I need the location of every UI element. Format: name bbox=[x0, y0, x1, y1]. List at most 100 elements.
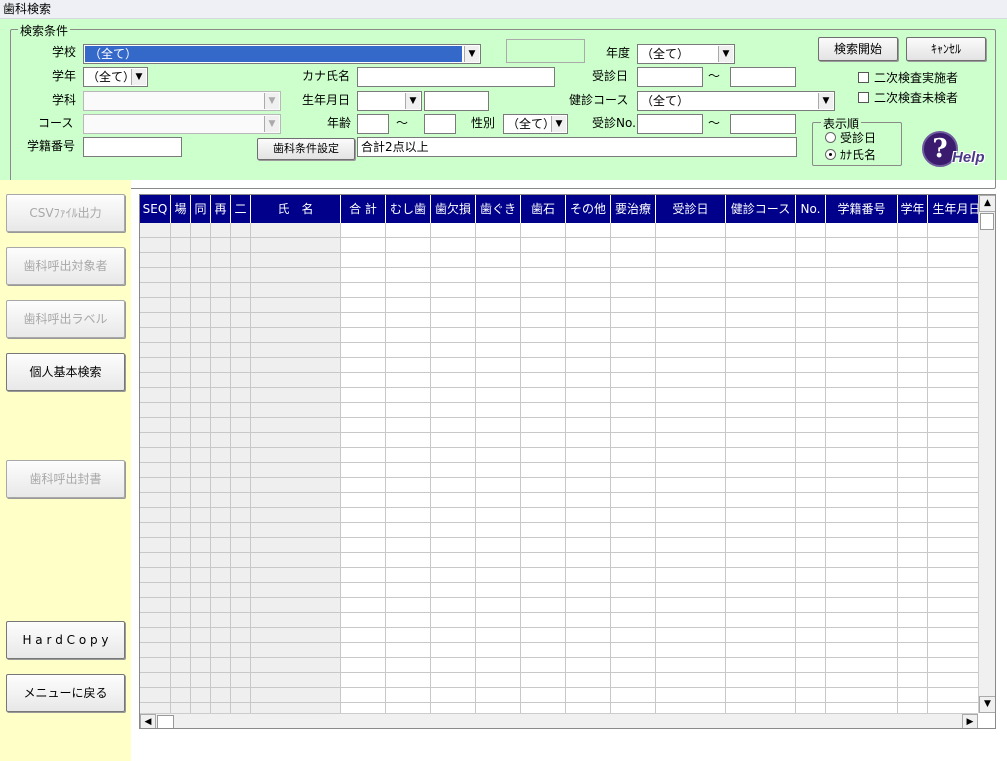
table-cell[interactable] bbox=[251, 643, 341, 658]
table-row[interactable] bbox=[140, 538, 978, 553]
course-select[interactable]: ▼ bbox=[83, 114, 281, 134]
table-cell[interactable] bbox=[171, 403, 191, 418]
table-cell[interactable] bbox=[431, 538, 476, 553]
table-cell[interactable] bbox=[431, 598, 476, 613]
table-cell[interactable] bbox=[231, 373, 251, 388]
table-cell[interactable] bbox=[140, 313, 171, 328]
table-cell[interactable] bbox=[566, 388, 611, 403]
table-cell[interactable] bbox=[898, 373, 928, 388]
table-cell[interactable] bbox=[566, 463, 611, 478]
table-cell[interactable] bbox=[726, 373, 796, 388]
table-cell[interactable] bbox=[191, 703, 211, 713]
table-cell[interactable] bbox=[171, 283, 191, 298]
table-cell[interactable] bbox=[726, 328, 796, 343]
table-cell[interactable] bbox=[386, 448, 431, 463]
table-cell[interactable] bbox=[140, 403, 171, 418]
table-row[interactable] bbox=[140, 223, 978, 238]
table-cell[interactable] bbox=[566, 493, 611, 508]
call-labels-button[interactable]: 歯科呼出ラベル bbox=[6, 300, 125, 338]
table-cell[interactable] bbox=[898, 643, 928, 658]
table-cell[interactable] bbox=[231, 448, 251, 463]
table-cell[interactable] bbox=[611, 613, 656, 628]
table-cell[interactable] bbox=[826, 508, 898, 523]
table-cell[interactable] bbox=[521, 553, 566, 568]
table-cell[interactable] bbox=[898, 298, 928, 313]
table-cell[interactable] bbox=[386, 268, 431, 283]
table-cell[interactable] bbox=[431, 643, 476, 658]
table-cell[interactable] bbox=[251, 703, 341, 713]
table-cell[interactable] bbox=[726, 613, 796, 628]
table-cell[interactable] bbox=[898, 358, 928, 373]
table-cell[interactable] bbox=[521, 613, 566, 628]
column-header[interactable]: 歯欠損 bbox=[431, 195, 476, 223]
table-row[interactable] bbox=[140, 598, 978, 613]
table-row[interactable] bbox=[140, 433, 978, 448]
exam-date-from-input[interactable] bbox=[637, 67, 703, 87]
table-cell[interactable] bbox=[191, 253, 211, 268]
table-cell[interactable] bbox=[476, 658, 521, 673]
table-cell[interactable] bbox=[726, 478, 796, 493]
table-cell[interactable] bbox=[521, 433, 566, 448]
table-cell[interactable] bbox=[431, 583, 476, 598]
table-cell[interactable] bbox=[476, 478, 521, 493]
table-cell[interactable] bbox=[140, 373, 171, 388]
table-cell[interactable] bbox=[140, 253, 171, 268]
table-cell[interactable] bbox=[521, 388, 566, 403]
help-button[interactable]: ? Help bbox=[918, 131, 988, 171]
results-grid[interactable]: SEQ 場同再二氏 名合 計むし歯 歯欠損 歯ぐき 歯石 その他 要治療 受診日 健診コース No… bbox=[139, 194, 996, 729]
table-cell[interactable] bbox=[251, 328, 341, 343]
table-cell[interactable] bbox=[211, 598, 231, 613]
table-cell[interactable] bbox=[191, 508, 211, 523]
table-cell[interactable] bbox=[386, 643, 431, 658]
table-cell[interactable] bbox=[898, 658, 928, 673]
table-row[interactable] bbox=[140, 298, 978, 313]
table-cell[interactable] bbox=[191, 688, 211, 703]
table-cell[interactable] bbox=[171, 358, 191, 373]
table-cell[interactable] bbox=[726, 418, 796, 433]
table-cell[interactable] bbox=[191, 283, 211, 298]
table-cell[interactable] bbox=[611, 448, 656, 463]
table-cell[interactable] bbox=[656, 418, 726, 433]
cancel-button[interactable]: ｷｬﾝｾﾙ bbox=[906, 37, 986, 61]
checkup-course-select[interactable]: （全て） ▼ bbox=[637, 91, 835, 111]
table-cell[interactable] bbox=[171, 643, 191, 658]
table-cell[interactable] bbox=[140, 508, 171, 523]
scroll-down-icon[interactable]: ▼ bbox=[979, 696, 995, 713]
table-cell[interactable] bbox=[211, 583, 231, 598]
table-cell[interactable] bbox=[231, 313, 251, 328]
table-cell[interactable] bbox=[521, 703, 566, 713]
table-cell[interactable] bbox=[251, 673, 341, 688]
table-cell[interactable] bbox=[928, 553, 978, 568]
table-cell[interactable] bbox=[140, 283, 171, 298]
table-cell[interactable] bbox=[611, 703, 656, 713]
table-cell[interactable] bbox=[191, 223, 211, 238]
table-cell[interactable] bbox=[656, 658, 726, 673]
table-cell[interactable] bbox=[521, 463, 566, 478]
table-cell[interactable] bbox=[611, 268, 656, 283]
table-cell[interactable] bbox=[431, 493, 476, 508]
table-cell[interactable] bbox=[251, 298, 341, 313]
table-cell[interactable] bbox=[898, 328, 928, 343]
table-cell[interactable] bbox=[211, 373, 231, 388]
table-row[interactable] bbox=[140, 268, 978, 283]
table-cell[interactable] bbox=[140, 328, 171, 343]
table-row[interactable] bbox=[140, 553, 978, 568]
table-cell[interactable] bbox=[726, 448, 796, 463]
table-cell[interactable] bbox=[191, 418, 211, 433]
table-cell[interactable] bbox=[656, 373, 726, 388]
table-cell[interactable] bbox=[521, 373, 566, 388]
table-cell[interactable] bbox=[140, 268, 171, 283]
table-cell[interactable] bbox=[140, 583, 171, 598]
table-cell[interactable] bbox=[566, 433, 611, 448]
table-cell[interactable] bbox=[231, 388, 251, 403]
table-cell[interactable] bbox=[726, 643, 796, 658]
second-done-checkbox[interactable]: 二次検査実施者 bbox=[858, 70, 958, 86]
table-cell[interactable] bbox=[386, 598, 431, 613]
table-cell[interactable] bbox=[386, 328, 431, 343]
table-cell[interactable] bbox=[796, 508, 826, 523]
table-cell[interactable] bbox=[521, 478, 566, 493]
table-cell[interactable] bbox=[231, 553, 251, 568]
table-cell[interactable] bbox=[341, 538, 386, 553]
table-cell[interactable] bbox=[521, 508, 566, 523]
table-cell[interactable] bbox=[726, 688, 796, 703]
